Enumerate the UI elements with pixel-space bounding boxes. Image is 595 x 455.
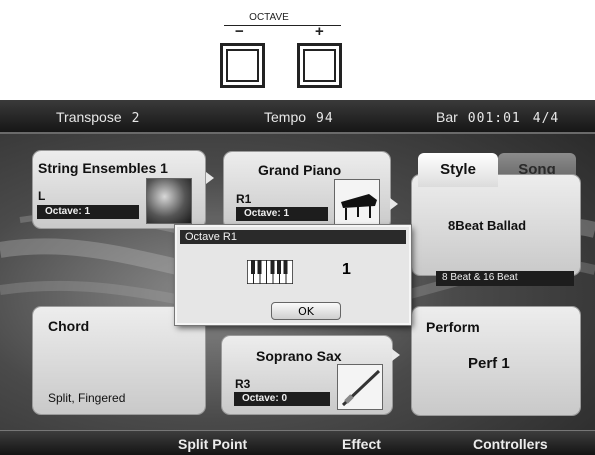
split-point-button[interactable]: Split Point — [178, 436, 247, 452]
voice-right3-arrow-icon — [392, 349, 400, 361]
dialog-octave-value: 1 — [342, 261, 351, 278]
bar-value: 001:01 — [467, 111, 521, 126]
style-name: 8Beat Ballad — [448, 218, 527, 233]
transpose-readout[interactable]: Transpose 2 — [56, 109, 140, 126]
perform-value: Perf 1 — [468, 355, 510, 372]
octave-minus-button[interactable] — [220, 43, 265, 88]
lcd-screen: Transpose 2 Tempo 94 Bar 001:01 4/4 String E… — [0, 100, 595, 455]
transpose-label: Transpose — [56, 109, 122, 125]
transpose-value: 2 — [131, 111, 141, 126]
soprano-sax-photo-icon — [337, 364, 383, 410]
voice-left-name: String Ensembles 1 — [38, 160, 168, 176]
voice-right3-part: R3 — [235, 377, 251, 391]
chord-mode: Split, Fingered — [48, 391, 126, 405]
octave-dialog: Octave R1 1 OK — [175, 225, 411, 325]
tempo-readout[interactable]: Tempo 94 — [264, 109, 334, 126]
tempo-value: 94 — [316, 111, 334, 126]
bar-label: Bar — [436, 109, 458, 125]
bar-readout: Bar 001:01 4/4 — [436, 109, 559, 126]
voice-right1-panel[interactable]: Grand Piano R1 Octave: 1 — [224, 152, 390, 229]
perform-title: Perform — [426, 319, 480, 335]
octave-label: OCTAVE — [249, 12, 289, 23]
strings-photo-icon — [146, 178, 192, 224]
voice-right3-panel[interactable]: Soprano Sax R3 Octave: 0 — [222, 336, 392, 414]
voice-left-panel[interactable]: String Ensembles 1 L Octave: 1 — [33, 151, 205, 228]
tempo-label: Tempo — [264, 109, 307, 125]
voice-left-octave: Octave: 1 — [37, 205, 139, 219]
time-signature: 4/4 — [532, 111, 560, 126]
dialog-title: Octave R1 — [180, 230, 406, 244]
voice-right1-arrow-icon — [390, 198, 398, 210]
voice-left-part: L — [38, 189, 46, 203]
dialog-ok-button[interactable]: OK — [271, 302, 341, 320]
voice-right1-octave: Octave: 1 — [236, 207, 328, 221]
plus-sign: + — [315, 23, 324, 40]
minus-sign: − — [235, 23, 244, 40]
effect-button[interactable]: Effect — [342, 436, 381, 452]
octave-plus-button[interactable] — [297, 43, 342, 88]
style-panel[interactable]: 8Beat Ballad 8 Beat & 16 Beat — [412, 175, 580, 286]
voice-right3-octave: Octave: 0 — [234, 392, 330, 406]
tab-style[interactable]: Style — [418, 153, 498, 187]
bottom-menu: Split Point Effect Controllers — [0, 430, 595, 455]
chord-title: Chord — [48, 318, 90, 334]
style-category: 8 Beat & 16 Beat — [436, 271, 574, 286]
voice-right1-part: R1 — [236, 192, 252, 206]
keyboard-icon — [247, 260, 293, 284]
perform-panel[interactable]: Perform Perf 1 — [412, 307, 580, 415]
voice-right1-name: Grand Piano — [258, 162, 342, 178]
status-bar: Transpose 2 Tempo 94 Bar 001:01 4/4 — [0, 100, 595, 134]
grand-piano-photo-icon — [334, 179, 380, 225]
controllers-button[interactable]: Controllers — [473, 436, 548, 452]
voice-right3-name: Soprano Sax — [256, 348, 342, 364]
voice-left-arrow-icon — [206, 172, 214, 184]
